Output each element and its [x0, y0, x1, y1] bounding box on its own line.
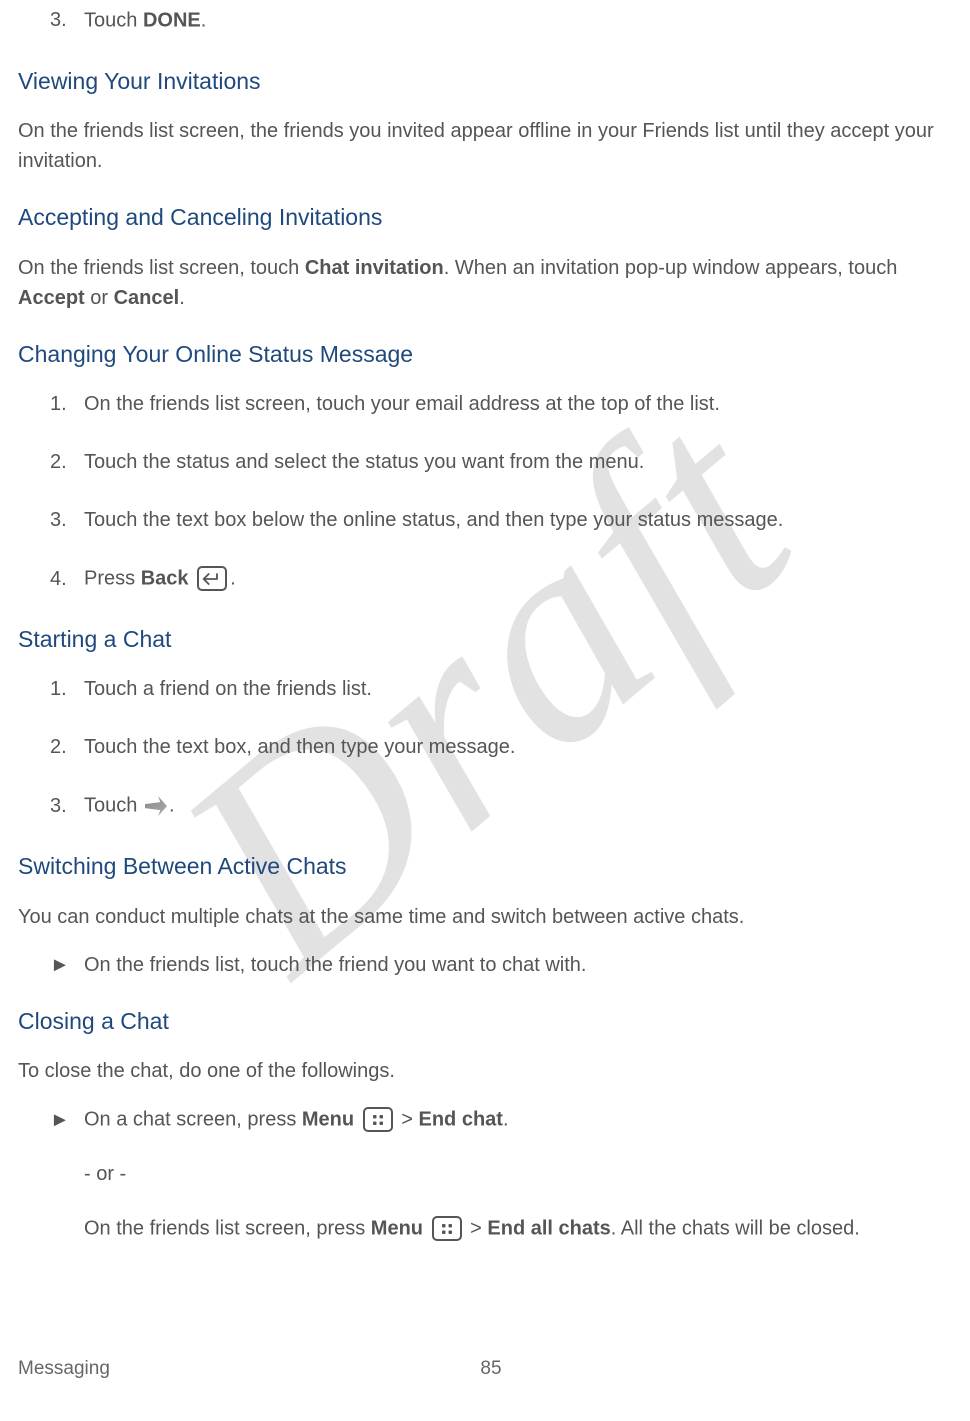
bold-text: Back — [141, 568, 189, 590]
menu-button-icon — [432, 1216, 462, 1241]
back-arrow-icon — [202, 571, 222, 587]
item-number: 3. — [50, 5, 84, 35]
text: . — [201, 10, 207, 32]
starting-list: 1. Touch a friend on the friends list. 2… — [18, 674, 952, 821]
body-text: On the friends list screen, touch Chat i… — [18, 253, 952, 313]
list-item: 1. On the friends list screen, touch you… — [18, 389, 952, 419]
item-text: Touch DONE. — [84, 5, 206, 36]
item-text: Touch the text box, and then type your m… — [84, 732, 515, 762]
text: . — [503, 1109, 509, 1131]
item-number: 3. — [50, 505, 84, 535]
list-item: 1. Touch a friend on the friends list. — [18, 674, 952, 704]
arrow-bullet-icon: ► — [50, 1105, 84, 1135]
text: or — [85, 287, 114, 309]
item-text: Touch . — [84, 790, 175, 821]
send-icon — [145, 796, 167, 816]
bold-text: Menu — [302, 1109, 354, 1131]
item-text: Touch a friend on the friends list. — [84, 674, 372, 704]
text: Touch — [84, 10, 143, 32]
page-content: 3. Touch DONE. Viewing Your Invitations … — [0, 0, 970, 1244]
bold-text: End chat — [418, 1109, 502, 1131]
item-text: On a chat screen, press Menu > End chat. — [84, 1104, 509, 1135]
bold-text: End all chats — [487, 1218, 610, 1240]
page-footer: Messaging 85 — [18, 1355, 952, 1384]
text: > — [401, 1109, 418, 1131]
text: . When an invitation pop-up window appea… — [444, 257, 898, 279]
body-text: On the friends list screen, the friends … — [18, 116, 952, 176]
back-button-icon — [197, 566, 227, 591]
or-separator: - or - — [50, 1159, 952, 1189]
text: Press — [84, 568, 141, 590]
menu-dots-icon — [371, 1113, 385, 1127]
item-text: Touch the text box below the online stat… — [84, 505, 783, 535]
step3-list: 3. Touch DONE. — [18, 5, 952, 36]
item-number: 2. — [50, 447, 84, 477]
text: On the friends list screen, press — [84, 1218, 371, 1240]
heading-closing-chat: Closing a Chat — [18, 1004, 952, 1039]
list-item: 3. Touch the text box below the online s… — [18, 505, 952, 535]
bold-text: Accept — [18, 287, 85, 309]
heading-switching-chats: Switching Between Active Chats — [18, 849, 952, 884]
list-item: 3. Touch . — [18, 790, 952, 821]
list-item: 3. Touch DONE. — [18, 5, 952, 36]
item-number: 2. — [50, 732, 84, 762]
item-text: Press Back . — [84, 563, 236, 594]
item-text: On the friends list, touch the friend yo… — [84, 950, 587, 980]
list-item: 2. Touch the status and select the statu… — [18, 447, 952, 477]
body-text: You can conduct multiple chats at the sa… — [18, 902, 952, 932]
bold-text: Menu — [371, 1218, 423, 1240]
body-text: To close the chat, do one of the followi… — [18, 1056, 952, 1086]
list-item: 4. Press Back . — [18, 563, 952, 594]
text: On a chat screen, press — [84, 1109, 302, 1131]
text: Touch — [84, 795, 143, 817]
item-number: 3. — [50, 791, 84, 821]
bold-text: DONE — [143, 10, 201, 32]
switching-list: ► On the friends list, touch the friend … — [18, 950, 952, 980]
list-item: 2. Touch the text box, and then type you… — [18, 732, 952, 762]
heading-accepting-canceling: Accepting and Canceling Invitations — [18, 200, 952, 235]
menu-button-icon — [363, 1107, 393, 1132]
text: On the friends list screen, touch — [18, 257, 305, 279]
item-number: 4. — [50, 564, 84, 594]
item-text: On the friends list screen, touch your e… — [84, 389, 720, 419]
heading-changing-status: Changing Your Online Status Message — [18, 337, 952, 372]
text: . All the chats will be closed. — [611, 1218, 860, 1240]
bold-text: Cancel — [114, 287, 180, 309]
menu-dots-icon — [440, 1222, 454, 1236]
item-text-alt: On the friends list screen, press Menu >… — [50, 1213, 952, 1244]
closing-list: ► On a chat screen, press Menu > End cha… — [18, 1104, 952, 1243]
changing-list: 1. On the friends list screen, touch you… — [18, 389, 952, 594]
footer-page-number: 85 — [70, 1355, 912, 1384]
text: . — [169, 795, 175, 817]
text: . — [230, 568, 236, 590]
item-text: Touch the status and select the status y… — [84, 447, 644, 477]
list-item: ► On a chat screen, press Menu > End cha… — [18, 1104, 952, 1243]
heading-starting-chat: Starting a Chat — [18, 622, 952, 657]
heading-viewing-invitations: Viewing Your Invitations — [18, 64, 952, 99]
list-item: ► On the friends list, touch the friend … — [18, 950, 952, 980]
item-number: 1. — [50, 389, 84, 419]
text: . — [179, 287, 185, 309]
item-number: 1. — [50, 674, 84, 704]
bold-text: Chat invitation — [305, 257, 444, 279]
arrow-bullet-icon: ► — [50, 950, 84, 980]
text: > — [470, 1218, 487, 1240]
